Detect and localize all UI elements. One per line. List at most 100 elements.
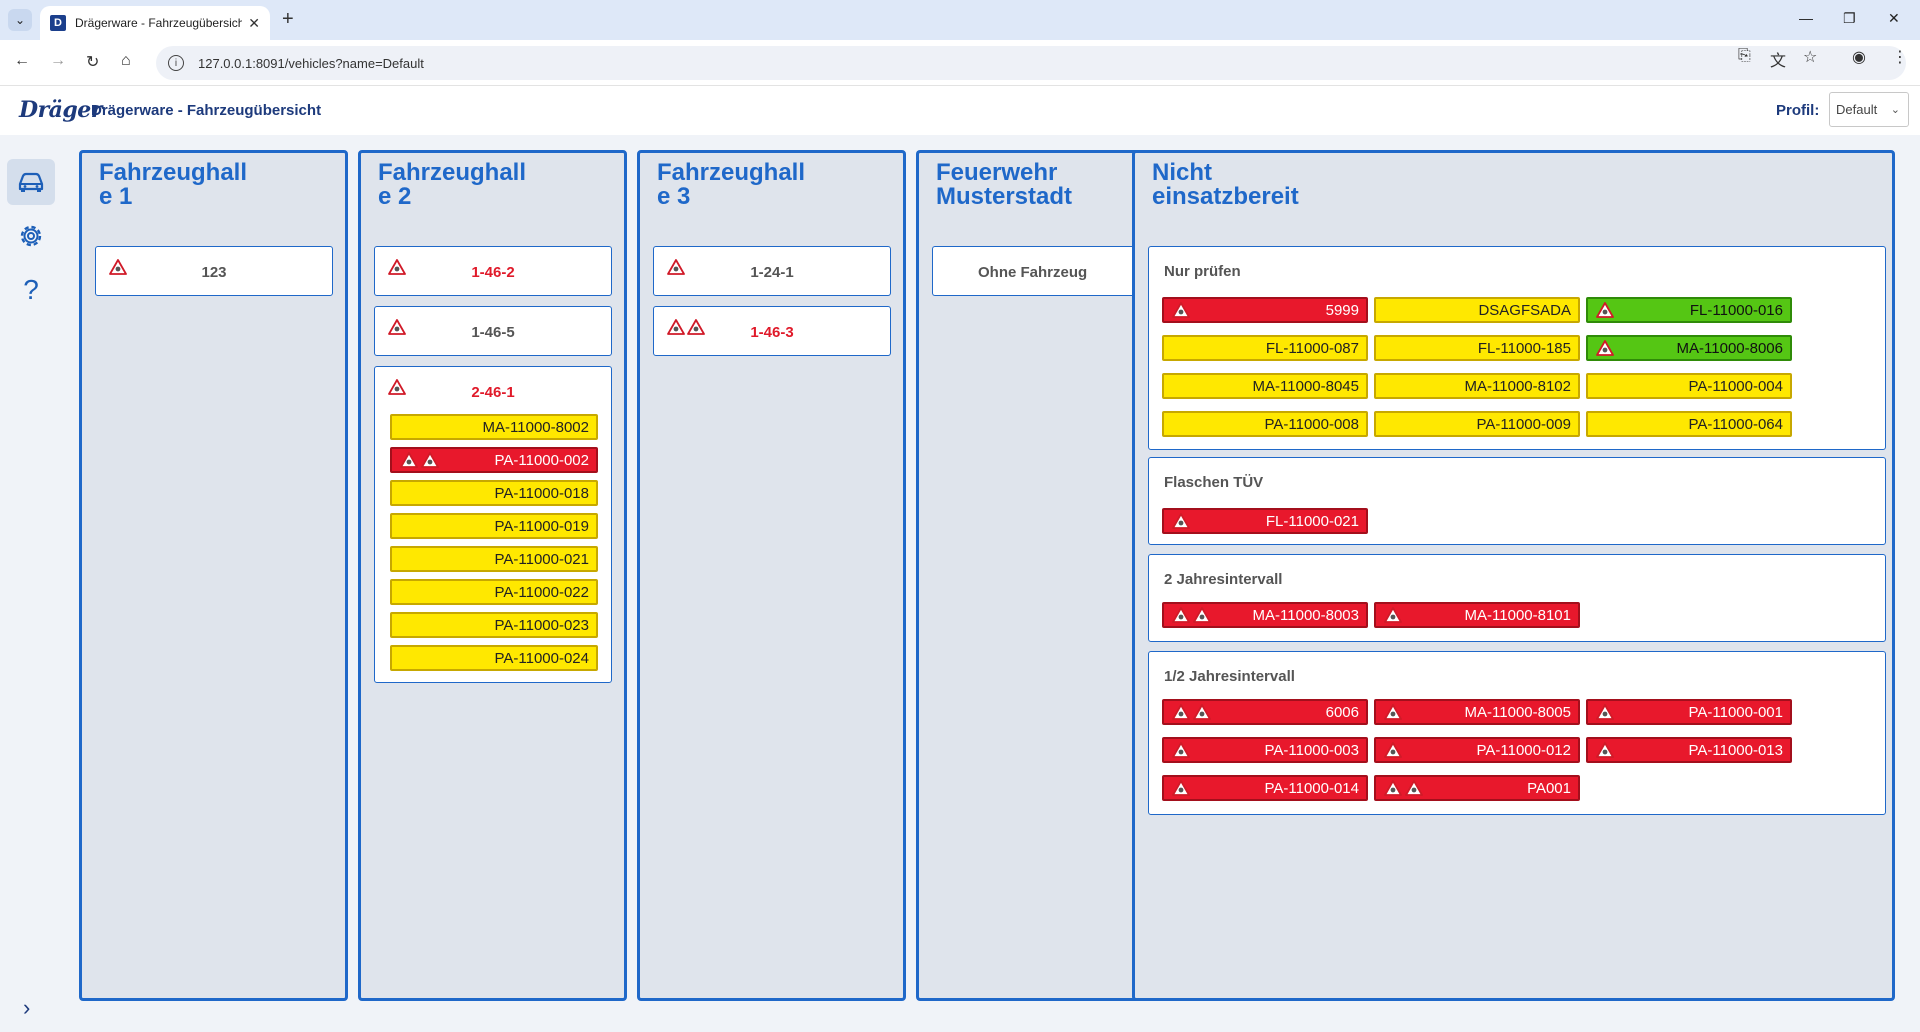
column-title-line: einsatzbereit <box>1152 183 1299 210</box>
equipment-label: MA-11000-8005 <box>1464 703 1571 721</box>
equipment-pill[interactable]: PA-11000-064 <box>1586 411 1792 437</box>
equipment-pill[interactable]: MA-11000-8003 <box>1162 602 1368 628</box>
minimize-icon[interactable]: — <box>1799 10 1813 26</box>
sidebar-item-settings[interactable] <box>7 213 55 259</box>
equipment-label: MA-11000-8003 <box>1252 606 1359 624</box>
vehicle-name: 1-24-1 <box>750 264 794 281</box>
column-title: Nicht einsatzbereit <box>1152 161 1299 209</box>
vehicle-card[interactable]: 1-46-2 <box>374 246 612 296</box>
home-icon[interactable]: ⌂ <box>121 52 131 70</box>
vehicle-card[interactable]: Ohne Fahrzeug <box>932 246 1149 296</box>
equipment-pill[interactable]: PA-11000-019 <box>390 513 598 539</box>
equipment-pill[interactable]: 6006 <box>1162 699 1368 725</box>
profile-avatar-icon[interactable]: ◉ <box>1852 47 1866 67</box>
equipment-label: PA-11000-004 <box>1688 377 1783 395</box>
warning-icons <box>1596 704 1614 720</box>
group-title: Nur prüfen <box>1164 263 1241 280</box>
column-feuerwehr-musterstadt: Feuerwehr Musterstadt Ohne Fahrzeug <box>916 150 1149 1001</box>
equipment-label: FL-11000-021 <box>1265 512 1359 530</box>
equipment-pill[interactable]: PA-11000-009 <box>1374 411 1580 437</box>
equipment-pill[interactable]: PA-11000-008 <box>1162 411 1368 437</box>
group-title: 2 Jahresintervall <box>1164 571 1283 588</box>
equipment-pill[interactable]: PA-11000-013 <box>1586 737 1792 763</box>
equipment-label: PA-11000-021 <box>494 550 589 568</box>
vehicle-name: 1-46-2 <box>471 264 515 281</box>
vehicle-card-expanded[interactable]: 2-46-1 MA-11000-8002 PA-11000-002 PA-110… <box>374 366 612 683</box>
page-title: Drägerware - Fahrzeugübersicht <box>91 102 322 119</box>
equipment-label: PA-11000-022 <box>494 583 589 601</box>
bookmark-star-icon[interactable]: ☆ <box>1803 47 1817 67</box>
warning-icons <box>1596 340 1614 356</box>
equipment-pill[interactable]: PA-11000-022 <box>390 579 598 605</box>
equipment-pill[interactable]: PA-11000-024 <box>390 645 598 671</box>
install-app-icon[interactable]: ⎘ <box>1738 47 1751 65</box>
address-bar[interactable]: i 127.0.0.1:8091/vehicles?name=Default <box>156 46 1906 80</box>
back-arrow-icon[interactable]: ← <box>14 52 30 70</box>
warning-triangle-icon <box>1172 513 1190 529</box>
site-info-icon[interactable]: i <box>168 55 184 71</box>
equipment-pill[interactable]: PA-11000-003 <box>1162 737 1368 763</box>
equipment-pill[interactable]: FL-11000-016 <box>1586 297 1792 323</box>
tab-search-chevron-icon[interactable]: ⌄ <box>8 9 32 31</box>
equipment-pill[interactable]: PA-11000-023 <box>390 612 598 638</box>
url-text[interactable]: 127.0.0.1:8091/vehicles?name=Default <box>198 56 424 71</box>
equipment-pill[interactable]: PA-11000-002 <box>390 447 598 473</box>
warning-triangle-icon <box>1172 607 1190 623</box>
warning-triangle-icon <box>1596 340 1614 356</box>
equipment-pill[interactable]: PA-11000-021 <box>390 546 598 572</box>
vehicle-card[interactable]: 123 <box>95 246 333 296</box>
new-tab-plus-icon[interactable]: + <box>282 8 294 31</box>
column-title-line: Fahrzeughall <box>657 159 806 186</box>
equipment-label: MA-11000-8002 <box>482 418 589 436</box>
warning-triangle-icon <box>1405 780 1423 796</box>
sidebar: ? › <box>0 135 64 1032</box>
status-group-nur-pruefen: Nur prüfen 5999 DSAGFSADA FL-11000-016 F… <box>1148 246 1886 450</box>
equipment-pill[interactable]: 5999 <box>1162 297 1368 323</box>
window-close-icon[interactable]: ✕ <box>1888 10 1900 27</box>
vehicle-card[interactable]: 1-46-5 <box>374 306 612 356</box>
sidebar-item-vehicles[interactable] <box>7 159 55 205</box>
column-fahrzeughalle-1: Fahrzeughall e 1 123 <box>79 150 348 1001</box>
equipment-label: FL-11000-185 <box>1477 339 1571 357</box>
profile-select[interactable]: Default ⌄ <box>1829 92 1909 127</box>
column-title-line: e 3 <box>657 183 691 210</box>
equipment-pill[interactable]: MA-11000-8002 <box>390 414 598 440</box>
equipment-pill[interactable]: FL-11000-087 <box>1162 335 1368 361</box>
equipment-pill[interactable]: PA001 <box>1374 775 1580 801</box>
equipment-label: PA-11000-012 <box>1476 741 1571 759</box>
browser-tab[interactable]: D Drägerware - Fahrzeugübersicht ✕ <box>40 6 270 40</box>
equipment-pill[interactable]: MA-11000-8102 <box>1374 373 1580 399</box>
equipment-pill[interactable]: FL-11000-021 <box>1162 508 1368 534</box>
forward-arrow-icon[interactable]: → <box>50 52 66 70</box>
reload-icon[interactable]: ↻ <box>86 52 99 72</box>
equipment-label: MA-11000-8101 <box>1464 606 1571 624</box>
chevron-right-icon[interactable]: › <box>23 995 30 1021</box>
column-nicht-einsatzbereit: Nicht einsatzbereit Nur prüfen 5999 DSAG… <box>1132 150 1895 1001</box>
status-group-2-jahresintervall: 2 Jahresintervall MA-11000-8003 MA-11000… <box>1148 554 1886 642</box>
translate-icon[interactable]: 文 <box>1770 47 1786 71</box>
column-title: Feuerwehr Musterstadt <box>936 161 1072 209</box>
tab-title: Drägerware - Fahrzeugübersicht <box>75 16 243 30</box>
column-title: Fahrzeughall e 1 <box>99 161 247 209</box>
warning-triangle-icon <box>1384 607 1402 623</box>
vehicle-name: 1-46-3 <box>750 324 794 341</box>
equipment-pill[interactable]: PA-11000-018 <box>390 480 598 506</box>
equipment-pill[interactable]: PA-11000-014 <box>1162 775 1368 801</box>
tab-close-icon[interactable]: ✕ <box>248 15 260 32</box>
equipment-pill[interactable]: MA-11000-8045 <box>1162 373 1368 399</box>
vehicle-card[interactable]: 1-24-1 <box>653 246 891 296</box>
equipment-pill[interactable]: FL-11000-185 <box>1374 335 1580 361</box>
warning-triangle-icon <box>1596 704 1614 720</box>
browser-menu-icon[interactable]: ⋮ <box>1892 47 1908 67</box>
equipment-pill[interactable]: MA-11000-8006 <box>1586 335 1792 361</box>
restore-icon[interactable]: ❐ <box>1843 10 1856 27</box>
equipment-pill[interactable]: MA-11000-8101 <box>1374 602 1580 628</box>
vehicle-card[interactable]: 1-46-3 <box>653 306 891 356</box>
sidebar-item-help[interactable]: ? <box>7 267 55 313</box>
chevron-down-icon: ⌄ <box>1890 104 1900 116</box>
equipment-pill[interactable]: PA-11000-004 <box>1586 373 1792 399</box>
equipment-pill[interactable]: PA-11000-001 <box>1586 699 1792 725</box>
equipment-pill[interactable]: PA-11000-012 <box>1374 737 1580 763</box>
equipment-pill[interactable]: DSAGFSADA <box>1374 297 1580 323</box>
equipment-pill[interactable]: MA-11000-8005 <box>1374 699 1580 725</box>
